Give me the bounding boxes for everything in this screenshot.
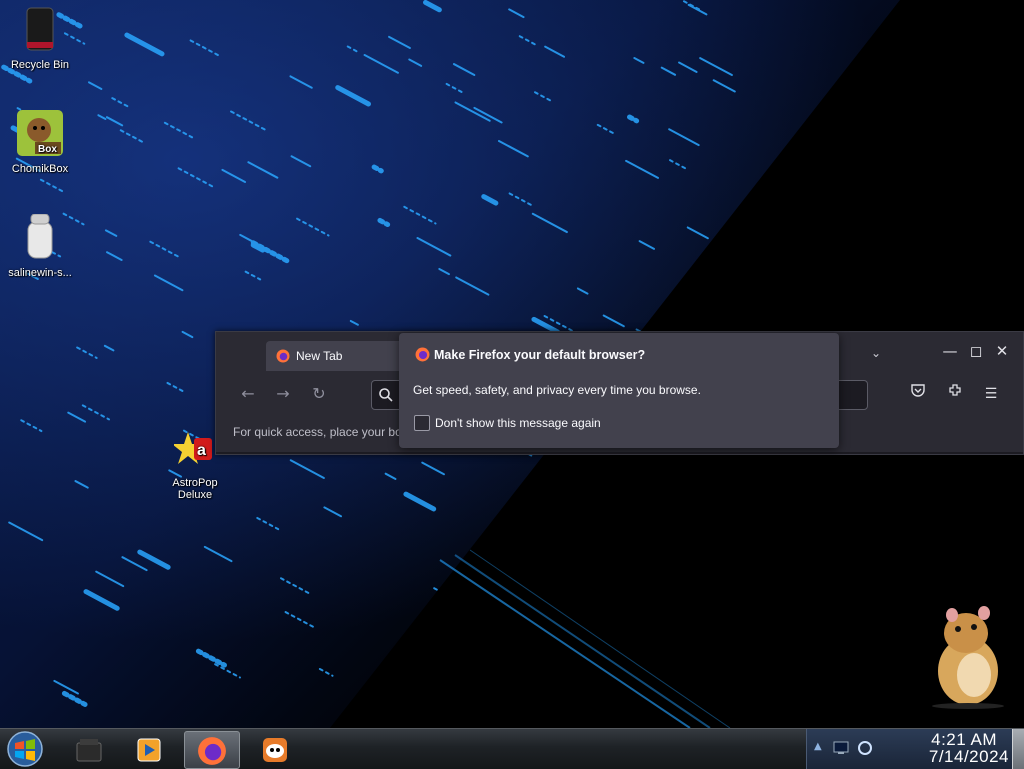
- firefox-icon: [198, 737, 226, 765]
- firefox-icon: [276, 349, 290, 363]
- reload-icon[interactable]: ↻: [307, 382, 331, 406]
- popup-body: Get speed, safety, and privacy every tim…: [413, 383, 701, 397]
- system-tray: ▲ 4:21 AM 7/14/2024: [806, 729, 1024, 769]
- taskbar: ▲ 4:21 AM 7/14/2024: [0, 728, 1024, 769]
- maximize-button[interactable]: ◻: [965, 340, 987, 362]
- desktop-icon-label: Recycle Bin: [10, 59, 70, 71]
- default-browser-popup: Make Firefox your default browser? Get s…: [399, 333, 839, 448]
- minimize-button[interactable]: —: [939, 340, 961, 362]
- network-icon[interactable]: [833, 741, 849, 755]
- svg-text:Box: Box: [38, 144, 57, 155]
- media-player-icon: [137, 738, 161, 762]
- show-desktop-button[interactable]: [1012, 729, 1024, 769]
- svg-text:a: a: [197, 442, 206, 459]
- sync-icon[interactable]: [857, 740, 873, 756]
- pocket-icon[interactable]: [906, 382, 930, 406]
- app-icon: [263, 738, 287, 762]
- close-button[interactable]: ✕: [991, 340, 1013, 362]
- astropop-icon: a: [172, 432, 212, 464]
- back-arrow-icon[interactable]: ←: [236, 382, 260, 406]
- taskbar-app-button[interactable]: [248, 731, 302, 767]
- desktop-icon-chomikbox[interactable]: Box ChomikBox: [0, 110, 80, 175]
- hamster-gadget-icon: [932, 606, 1004, 709]
- recycle-bin-icon: [26, 7, 54, 51]
- bookmarks-hint-text: For quick access, place your bo: [233, 425, 402, 439]
- menu-icon[interactable]: ☰: [979, 382, 1003, 406]
- explorer-icon: [76, 739, 102, 762]
- taskbar-explorer-button[interactable]: [62, 731, 116, 767]
- desktop-icon-label: ChomikBox: [11, 163, 69, 175]
- desktop-icon-label: salinewin-s...: [8, 267, 72, 279]
- show-hidden-icons-arrow-icon[interactable]: ▲: [814, 741, 822, 752]
- taskbar-firefox-button[interactable]: [184, 731, 240, 769]
- search-icon: [379, 388, 393, 402]
- desktop-icon-label: AstroPop Deluxe: [172, 477, 218, 501]
- firefox-logo-icon: [415, 347, 430, 362]
- list-all-tabs-chevron-icon[interactable]: ⌄: [871, 346, 881, 360]
- tab-new-tab[interactable]: New Tab: [266, 341, 406, 371]
- forward-arrow-icon[interactable]: →: [271, 382, 295, 406]
- taskbar-media-player-button[interactable]: [122, 731, 176, 767]
- dont-show-checkbox-label[interactable]: Don't show this message again: [435, 416, 601, 430]
- desktop-icon-salinewin[interactable]: salinewin-s...: [0, 213, 80, 279]
- salinewin-icon: [27, 213, 53, 259]
- desktop-icon-recycle-bin[interactable]: Recycle Bin: [0, 6, 80, 71]
- start-button[interactable]: [5, 730, 45, 768]
- popup-title: Make Firefox your default browser?: [434, 348, 646, 362]
- extensions-icon[interactable]: [943, 382, 967, 406]
- chomikbox-icon: Box: [17, 110, 63, 156]
- clock-date[interactable]: 7/14/2024: [929, 747, 1009, 767]
- dont-show-checkbox[interactable]: [414, 415, 430, 431]
- tab-label: New Tab: [296, 349, 343, 363]
